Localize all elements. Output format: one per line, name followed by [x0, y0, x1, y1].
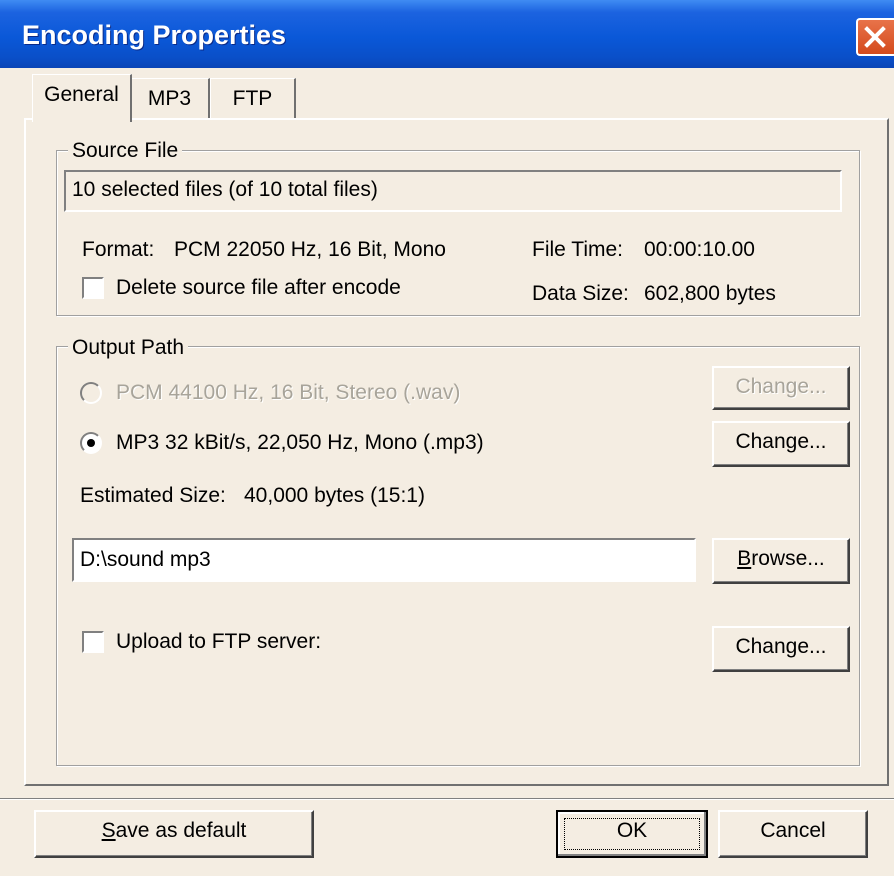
delete-source-label[interactable]: Delete source file after encode — [116, 276, 401, 300]
save-as-default-button[interactable]: Save as default — [34, 810, 314, 858]
output-path-input[interactable] — [72, 538, 696, 582]
source-selection-field: 10 selected files (of 10 total files) — [64, 170, 842, 212]
estimated-size-label: Estimated Size: — [80, 484, 226, 507]
title-bar[interactable]: Encoding Properties — [0, 0, 894, 68]
delete-source-checkbox[interactable] — [82, 277, 104, 299]
pcm-change-button[interactable]: Change... — [712, 366, 850, 410]
data-size-value: 602,800 bytes — [644, 282, 776, 305]
pcm-change-button-label: Change... — [735, 375, 827, 398]
save-mnemonic: S — [101, 819, 116, 842]
mp3-format-label[interactable]: MP3 32 kBit/s, 22,050 Hz, Mono (.mp3) — [116, 431, 484, 455]
radio-selected-dot — [87, 439, 95, 447]
browse-button[interactable]: Browse... — [712, 538, 850, 584]
file-time-value: 00:00:10.00 — [644, 238, 755, 261]
ok-button[interactable]: OK — [556, 810, 708, 858]
browse-label-rest: rowse... — [751, 547, 825, 570]
tab-general-label: General — [44, 83, 119, 106]
upload-ftp-label[interactable]: Upload to FTP server: — [116, 630, 321, 654]
tab-mp3-label: MP3 — [147, 87, 192, 110]
pcm-format-label[interactable]: PCM 44100 Hz, 16 Bit, Stereo (.wav) — [116, 381, 460, 405]
tab-mp3[interactable]: MP3 — [130, 78, 210, 120]
close-icon — [864, 26, 886, 48]
tab-ftp[interactable]: FTP — [210, 78, 296, 120]
cancel-button[interactable]: Cancel — [718, 810, 868, 858]
upload-ftp-checkbox[interactable] — [82, 631, 104, 653]
ok-button-label: OK — [616, 819, 648, 842]
mp3-format-radio[interactable] — [80, 432, 102, 454]
close-button[interactable] — [856, 18, 894, 56]
format-label: Format: — [82, 238, 155, 261]
pcm-format-radio[interactable] — [80, 382, 102, 404]
source-selection-text: 10 selected files (of 10 total files) — [72, 178, 378, 201]
data-size-label: Data Size: — [532, 282, 629, 305]
estimated-size-value: 40,000 bytes (15:1) — [244, 484, 425, 507]
browse-mnemonic: B — [737, 547, 752, 570]
file-time-label: File Time: — [532, 238, 624, 261]
cancel-button-label: Cancel — [760, 819, 826, 842]
save-label-rest: ave as default — [115, 819, 247, 842]
ftp-change-button[interactable]: Change... — [712, 626, 850, 672]
browse-button-label: Browse... — [737, 547, 825, 570]
footer-separator — [0, 798, 894, 800]
format-value: PCM 22050 Hz, 16 Bit, Mono — [174, 238, 446, 261]
tab-general[interactable]: General — [32, 74, 132, 122]
encoding-properties-dialog: Encoding Properties General MP3 FTP Sour… — [0, 0, 894, 876]
window-title: Encoding Properties — [22, 20, 287, 50]
output-path-group-title: Output Path — [68, 336, 189, 360]
tab-ftp-label: FTP — [232, 87, 273, 110]
source-file-group-title: Source File — [68, 139, 183, 163]
save-as-default-label: Save as default — [102, 819, 247, 842]
ftp-change-button-label: Change... — [735, 635, 827, 658]
mp3-change-button[interactable]: Change... — [712, 421, 850, 467]
mp3-change-button-label: Change... — [735, 430, 827, 453]
